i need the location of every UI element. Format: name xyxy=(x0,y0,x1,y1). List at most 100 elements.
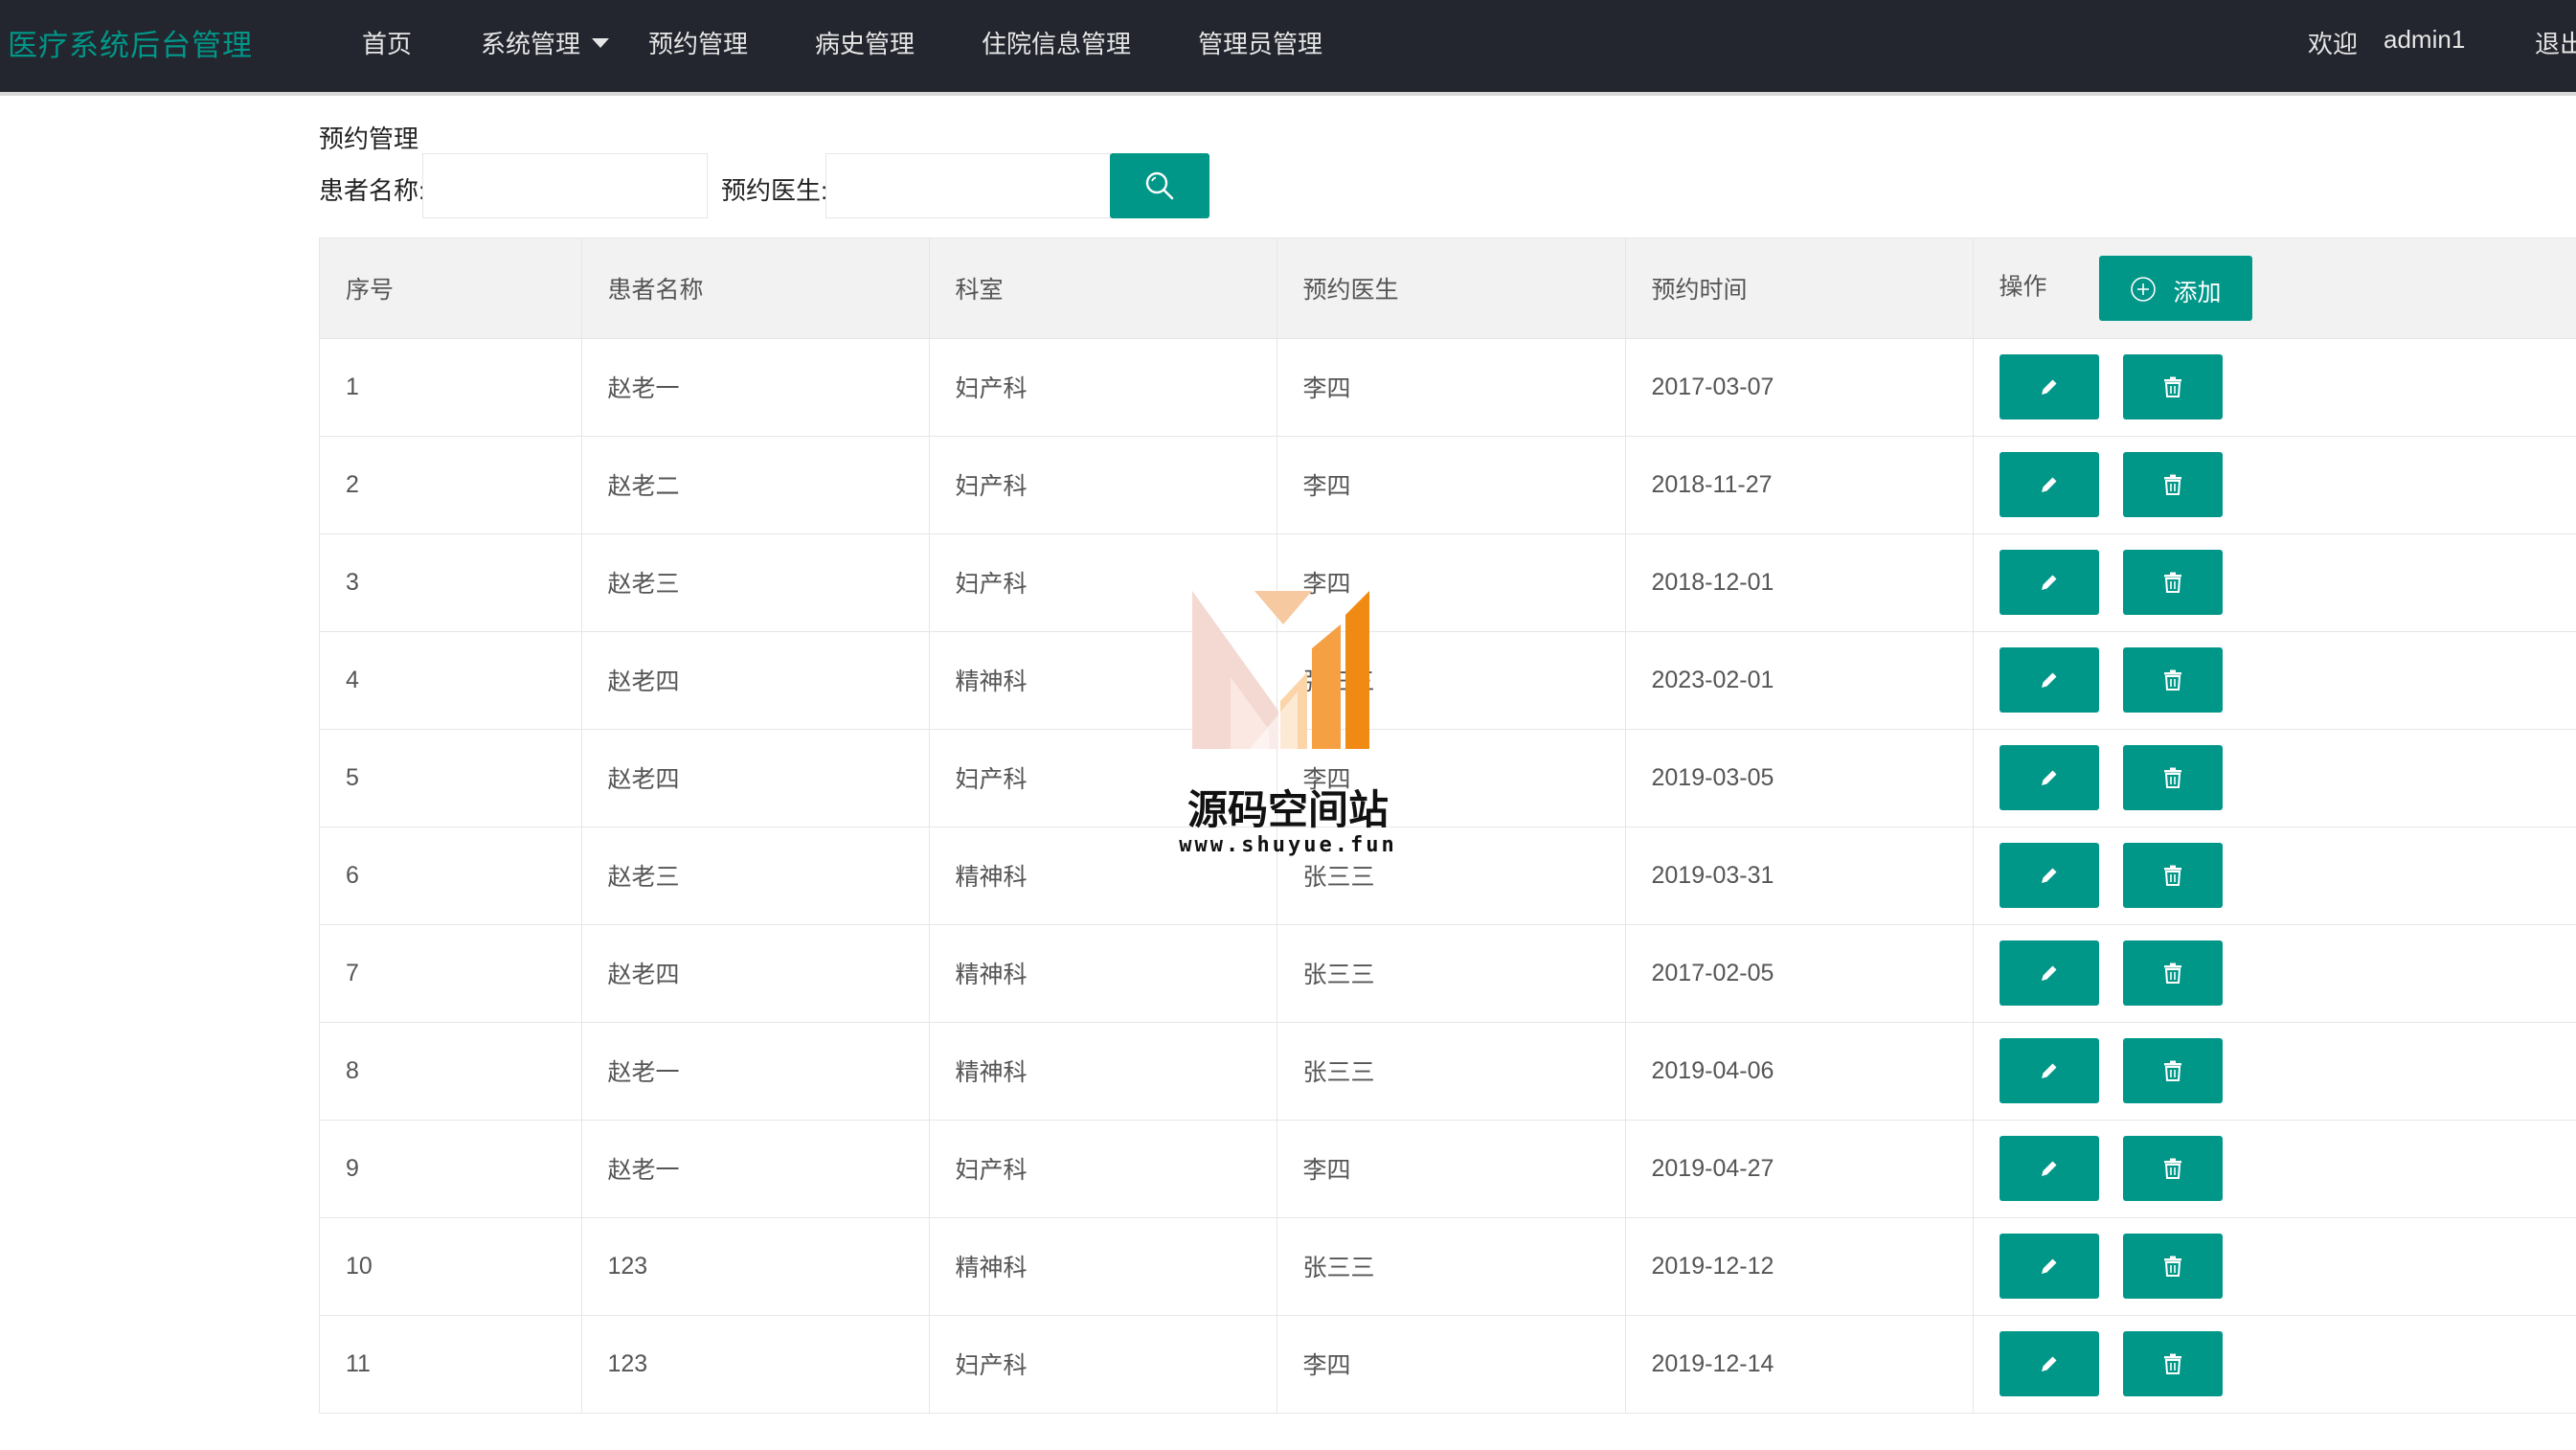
nav-item-history[interactable]: 病史管理 xyxy=(815,25,915,60)
cell-doctor: 张三三 xyxy=(1277,827,1626,925)
app-brand[interactable]: 医疗系统后台管理 xyxy=(8,21,253,64)
edit-button[interactable] xyxy=(1999,745,2099,810)
delete-button[interactable] xyxy=(2122,1038,2223,1103)
delete-button[interactable] xyxy=(2122,1331,2223,1396)
trash-icon xyxy=(2163,1353,2181,1374)
edit-button[interactable] xyxy=(1999,1136,2099,1201)
delete-button[interactable] xyxy=(2122,745,2223,810)
cell-actions xyxy=(1973,1315,2576,1414)
pencil-icon xyxy=(2041,672,2056,688)
cell-doctor: 李四 xyxy=(1277,338,1626,437)
delete-button[interactable] xyxy=(2122,354,2223,419)
cell-patient: 赵老三 xyxy=(581,827,930,925)
delete-button[interactable] xyxy=(2122,550,2223,615)
cell-time: 2019-04-06 xyxy=(1625,1022,1974,1121)
pencil-icon xyxy=(2041,965,2056,981)
cell-actions xyxy=(1973,533,2576,632)
cell-time: 2017-03-07 xyxy=(1625,338,1974,437)
table-body: 1 赵老一 妇产科 李四 2017-03-07 2 赵老二 妇产科 李四 2018-11-27 3 赵… xyxy=(320,338,2576,1414)
add-button[interactable]: 添加 xyxy=(2099,255,2253,321)
header-patient: 患者名称 xyxy=(581,238,930,339)
pencil-icon xyxy=(2041,1356,2056,1371)
cell-patient: 赵老一 xyxy=(581,1120,930,1218)
user-name[interactable]: admin1 xyxy=(2384,25,2465,55)
cell-department: 妇产科 xyxy=(929,338,1277,437)
cell-index: 6 xyxy=(320,827,582,925)
trash-icon xyxy=(2163,669,2181,691)
pencil-icon xyxy=(2041,868,2056,883)
cell-time: 2019-12-14 xyxy=(1625,1315,1974,1414)
table-row: 2 赵老二 妇产科 李四 2018-11-27 xyxy=(320,436,2576,534)
delete-button[interactable] xyxy=(2122,452,2223,517)
cell-index: 9 xyxy=(320,1120,582,1218)
cell-time: 2017-02-05 xyxy=(1625,924,1974,1023)
cell-time: 2018-11-27 xyxy=(1625,436,1974,534)
table-row: 4 赵老四 精神科 张三三 2023-02-01 xyxy=(320,631,2576,730)
edit-button[interactable] xyxy=(1999,1038,2099,1103)
cell-department: 妇产科 xyxy=(929,1315,1277,1414)
cell-actions xyxy=(1973,729,2576,827)
cell-index: 3 xyxy=(320,533,582,632)
pencil-icon xyxy=(2041,1063,2056,1078)
edit-button[interactable] xyxy=(1999,550,2099,615)
cell-index: 8 xyxy=(320,1022,582,1121)
doctor-input[interactable] xyxy=(825,153,1111,218)
cell-actions xyxy=(1973,436,2576,534)
edit-button[interactable] xyxy=(1999,452,2099,517)
cell-index: 4 xyxy=(320,631,582,730)
cell-patient: 赵老一 xyxy=(581,338,930,437)
trash-icon xyxy=(2163,1158,2181,1179)
nav-item-home[interactable]: 首页 xyxy=(362,25,412,60)
edit-button[interactable] xyxy=(1999,647,2099,713)
table-row: 9 赵老一 妇产科 李四 2019-04-27 xyxy=(320,1120,2576,1218)
cell-doctor: 李四 xyxy=(1277,1120,1626,1218)
cell-patient: 赵老四 xyxy=(581,631,930,730)
edit-button[interactable] xyxy=(1999,843,2099,908)
cell-time: 2019-04-27 xyxy=(1625,1120,1974,1218)
edit-button[interactable] xyxy=(1999,940,2099,1006)
cell-department: 精神科 xyxy=(929,827,1277,925)
cell-department: 妇产科 xyxy=(929,729,1277,827)
table-row: 6 赵老三 精神科 张三三 2019-03-31 xyxy=(320,827,2576,925)
top-navbar: 医疗系统后台管理 首页 系统管理 预约管理 病史管理 住院信息管理 管理员管理 … xyxy=(0,0,2576,96)
cell-department: 精神科 xyxy=(929,924,1277,1023)
nav-item-appointments[interactable]: 预约管理 xyxy=(648,25,748,60)
cell-department: 妇产科 xyxy=(929,436,1277,534)
edit-button[interactable] xyxy=(1999,1331,2099,1396)
edit-button[interactable] xyxy=(1999,1234,2099,1299)
delete-button[interactable] xyxy=(2122,647,2223,713)
cell-index: 2 xyxy=(320,436,582,534)
cell-index: 11 xyxy=(320,1315,582,1414)
edit-button[interactable] xyxy=(1999,354,2099,419)
header-department: 科室 xyxy=(929,238,1277,339)
table-row: 3 赵老三 妇产科 李四 2018-12-01 xyxy=(320,533,2576,632)
cell-doctor: 李四 xyxy=(1277,1315,1626,1414)
search-button[interactable] xyxy=(1110,153,1209,218)
cell-patient: 赵老四 xyxy=(581,729,930,827)
delete-button[interactable] xyxy=(2122,843,2223,908)
cell-department: 精神科 xyxy=(929,631,1277,730)
header-time: 预约时间 xyxy=(1625,238,1974,339)
table-row: 5 赵老四 妇产科 李四 2019-03-05 xyxy=(320,729,2576,827)
logout-link[interactable]: 退出 xyxy=(2535,25,2576,60)
patient-name-input[interactable] xyxy=(422,153,708,218)
trash-icon xyxy=(2163,376,2181,397)
header-doctor: 预约医生 xyxy=(1277,238,1626,339)
caret-down-icon xyxy=(592,38,610,49)
nav-item-admins[interactable]: 管理员管理 xyxy=(1198,25,1322,60)
cell-time: 2019-03-31 xyxy=(1625,827,1974,925)
header-actions: 操作 添加 xyxy=(1973,238,2576,339)
table-row: 8 赵老一 精神科 张三三 2019-04-06 xyxy=(320,1022,2576,1121)
pencil-icon xyxy=(2041,379,2056,395)
cell-department: 妇产科 xyxy=(929,533,1277,632)
delete-button[interactable] xyxy=(2122,940,2223,1006)
cell-doctor: 李四 xyxy=(1277,436,1626,534)
delete-button[interactable] xyxy=(2122,1234,2223,1299)
cell-time: 2023-02-01 xyxy=(1625,631,1974,730)
pencil-icon xyxy=(2041,477,2056,492)
delete-button[interactable] xyxy=(2122,1136,2223,1201)
table-row: 10 123 精神科 张三三 2019-12-12 xyxy=(320,1217,2576,1316)
nav-item-system[interactable]: 系统管理 xyxy=(481,25,610,60)
appointments-table: 序号 患者名称 科室 预约医生 预约时间 操作 添加 1 赵老一 妇产科 李四 … xyxy=(319,238,2576,1414)
nav-item-inpatient[interactable]: 住院信息管理 xyxy=(982,25,1131,60)
